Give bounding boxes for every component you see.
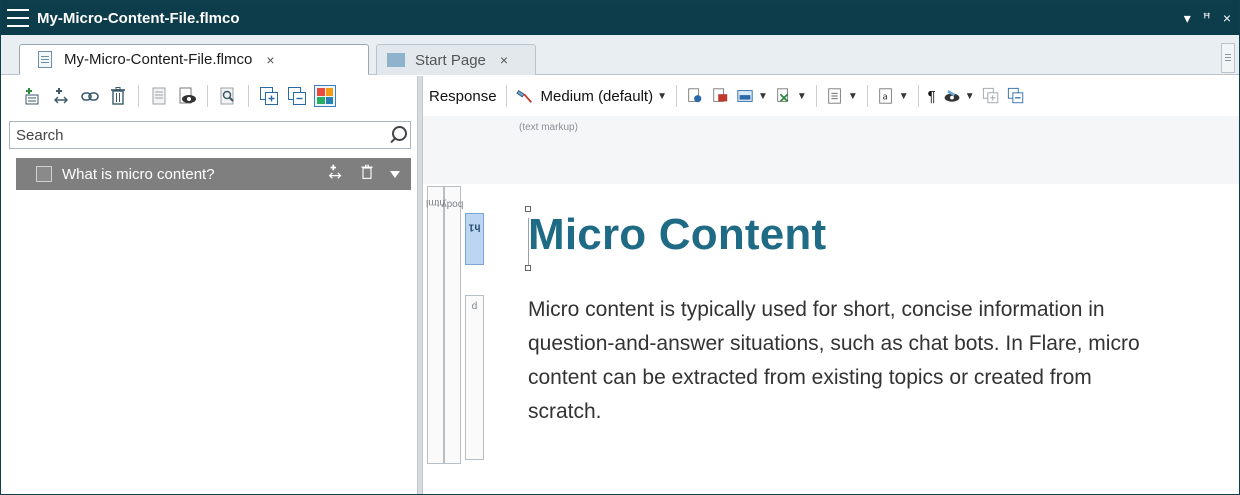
tab-label: Start Page: [415, 51, 486, 69]
response-label: Response: [429, 87, 497, 105]
toolbar-separator: [505, 85, 507, 107]
tab-label: My-Micro-Content-File.flmco: [64, 51, 253, 68]
insert-image-icon[interactable]: [736, 87, 754, 105]
start-page-icon: [387, 53, 405, 67]
chevron-down-icon[interactable]: ▼: [797, 91, 807, 102]
tab-start-page[interactable]: Start Page ×: [376, 44, 536, 75]
format-painter-icon[interactable]: [515, 87, 534, 105]
tab-micro-content-file[interactable]: My-Micro-Content-File.flmco ×: [19, 44, 369, 75]
insert-list-icon[interactable]: [826, 87, 844, 105]
window-controls: ▾ ꟸ ×: [1184, 1, 1231, 35]
row-checkbox[interactable]: [36, 166, 52, 182]
expand-row-icon[interactable]: [389, 166, 401, 183]
markup-strip: (text markup): [423, 116, 1239, 184]
pin-icon[interactable]: ꟸ: [1203, 10, 1211, 27]
tag-bar-html[interactable]: html: [426, 186, 445, 464]
editor-toolbar: Response Medium (default) ▼ ▼ ▼ ▼ a ▼ ¶ …: [423, 76, 1239, 116]
window-title: My-Micro-Content-File.flmco: [37, 9, 240, 27]
resize-handle[interactable]: [525, 265, 531, 271]
tag-label: h1: [468, 221, 481, 233]
expand-all-icon[interactable]: [258, 85, 280, 107]
toolbar-separator: [207, 85, 208, 107]
search-icon[interactable]: [384, 122, 410, 148]
title-bar: My-Micro-Content-File.flmco ▾ ꟸ ×: [1, 1, 1239, 35]
toolbar-separator: [917, 85, 919, 107]
collapse-all-icon[interactable]: [1007, 87, 1025, 105]
delete-icon[interactable]: [107, 85, 129, 107]
svg-text:a: a: [882, 93, 888, 103]
delete-icon[interactable]: [359, 163, 375, 185]
phrase-label: What is micro content?: [62, 165, 215, 183]
link-icon[interactable]: [79, 85, 101, 107]
search-box: [9, 121, 411, 149]
body-paragraph[interactable]: Micro content is typically used for shor…: [528, 293, 1168, 429]
toolbar-separator: [676, 85, 677, 107]
response-editor-pane: Response Medium (default) ▼ ▼ ▼ ▼ a ▼ ¶ …: [423, 76, 1239, 494]
text-markup-label: (text markup): [519, 122, 578, 133]
tag-label: p: [471, 300, 478, 312]
heading[interactable]: Micro Content: [528, 210, 826, 260]
row-actions: [327, 158, 401, 190]
search-input[interactable]: [10, 122, 384, 148]
tab-close-icon[interactable]: ×: [266, 52, 274, 68]
chevron-down-icon[interactable]: ▼: [965, 91, 975, 102]
insert-snippet-icon[interactable]: [686, 87, 704, 105]
text-style-icon[interactable]: a: [877, 87, 895, 105]
add-phrase-icon[interactable]: [23, 85, 45, 107]
insert-variable-icon[interactable]: [711, 87, 729, 105]
list-item[interactable]: What is micro content?: [16, 158, 411, 190]
tag-label: body: [441, 198, 464, 210]
preview-icon[interactable]: [176, 85, 198, 107]
toolbar-separator: [815, 85, 817, 107]
show-tags-icon[interactable]: [943, 87, 961, 105]
menu-icon[interactable]: [7, 9, 29, 27]
add-response-icon[interactable]: [51, 85, 73, 107]
tab-close-icon[interactable]: ×: [500, 52, 508, 68]
chevron-down-icon[interactable]: ▼: [657, 91, 667, 102]
phrase-list-pane: What is micro content?: [1, 76, 417, 494]
tile-view-icon[interactable]: [314, 85, 336, 107]
toolbar-separator: [866, 85, 868, 107]
tag-bar-body[interactable]: body: [441, 186, 464, 464]
chevron-down-icon[interactable]: ▼: [848, 91, 858, 102]
dropdown-icon[interactable]: ▾: [1184, 10, 1191, 27]
close-icon[interactable]: ×: [1223, 10, 1231, 26]
structure-bars: html body h1 p: [426, 186, 517, 464]
editor-content[interactable]: Micro Content Micro content is typically…: [511, 184, 1239, 494]
editor-window: My-Micro-Content-File.flmco ▾ ꟸ × My-Mic…: [0, 0, 1240, 495]
tag-bar-h1[interactable]: h1: [465, 213, 484, 265]
chevron-down-icon[interactable]: ▼: [758, 91, 768, 102]
tab-overflow-handle[interactable]: [1221, 43, 1235, 73]
toolbar-separator: [138, 85, 139, 107]
find-icon[interactable]: [217, 85, 239, 107]
document-icon[interactable]: [148, 85, 170, 107]
add-response-icon[interactable]: [327, 163, 345, 185]
medium-selector[interactable]: Medium (default): [541, 88, 654, 105]
tab-strip: My-Micro-Content-File.flmco × Start Page…: [1, 35, 1239, 75]
insert-link-icon[interactable]: [775, 87, 793, 105]
show-formatting-icon[interactable]: ¶: [928, 88, 936, 105]
left-toolbar: [1, 76, 417, 116]
toolbar-separator: [248, 85, 249, 107]
chevron-down-icon[interactable]: ▼: [899, 91, 909, 102]
tag-bar-p[interactable]: p: [465, 295, 484, 460]
expand-all-icon[interactable]: [982, 87, 1000, 105]
document-icon: [38, 51, 52, 68]
collapse-all-icon[interactable]: [286, 85, 308, 107]
